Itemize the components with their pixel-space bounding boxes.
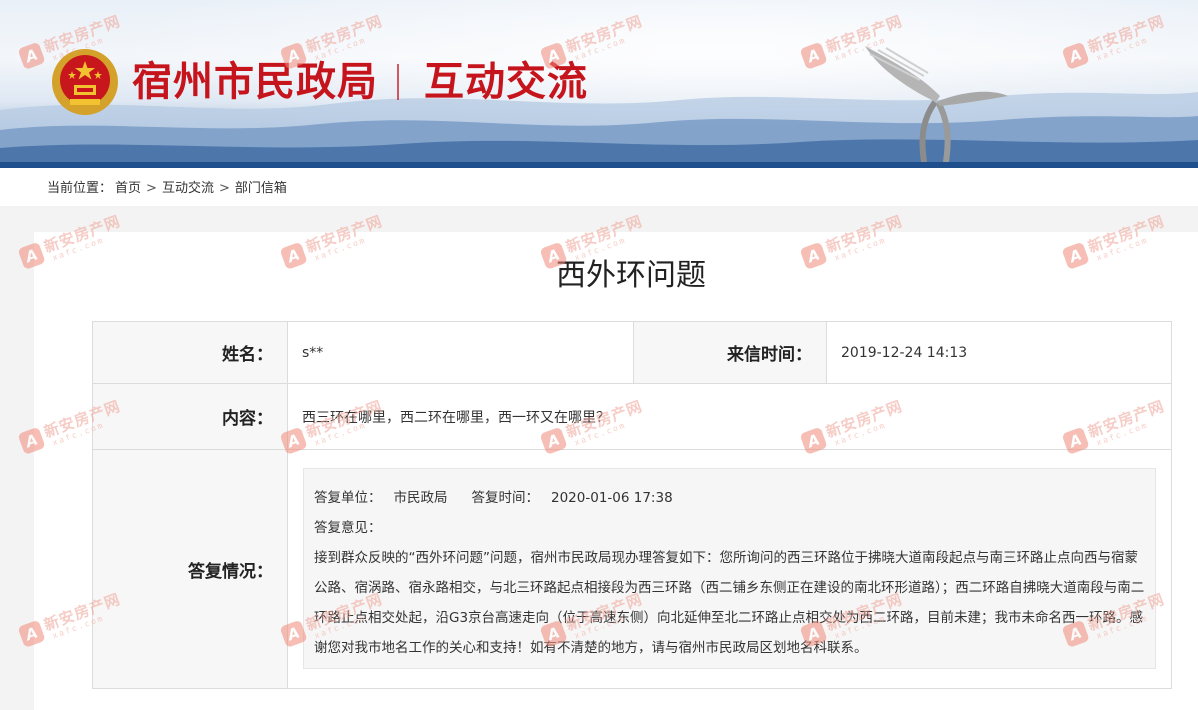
breadcrumb-item-mailbox[interactable]: 部门信箱 [235,181,287,196]
reply-opinion-label: 答复意见： [314,520,382,536]
breadcrumb-item-interaction[interactable]: 互动交流 [162,181,214,196]
national-emblem-icon [52,49,118,115]
site-title: 宿州市民政局 [132,59,378,105]
content-label: 内容： [93,384,288,450]
reply-label: 答复情况： [93,450,288,688]
breadcrumb-prefix: 当前位置： [47,181,113,196]
reply-unit-value: 市民政局 [393,490,448,506]
reply-time: 答复时间： 2020-01-06 17:38 [472,490,685,506]
section-title: 互动交流 [424,59,588,105]
breadcrumb-separator: > [146,181,157,196]
reply-unit: 答复单位： 市民政局 [314,490,460,506]
letter-title: 西外环问题 [556,258,706,293]
reply-time-value: 2020-01-06 17:38 [551,490,673,506]
reply-time-label: 答复时间： [471,490,540,506]
reply-opinion-text: 接到群众反映的“西外环问题”问题，宿州市民政局现办理答复如下：您所询问的西三环路… [314,550,1145,656]
breadcrumb-separator: > [218,181,230,196]
time-value: 2019-12-24 14:13 [827,322,1171,384]
breadcrumb-item-home[interactable]: 首页 [115,181,141,196]
breadcrumb: 当前位置： 首页 > 互动交流 > 部门信箱 [47,181,290,197]
time-label: 来信时间： [634,322,827,384]
name-value: s** [288,322,634,384]
title-divider [397,64,399,100]
reply-meta: 答复单位： 市民政局 答复时间： 2020-01-06 17:38 [314,483,1145,513]
reply-unit-label: 答复单位： [314,490,382,506]
sculpture-graphic [865,46,1008,168]
name-label: 姓名： [93,322,288,384]
content-value: 西三环在哪里，西二环在哪里，西一环又在哪里？ [288,384,1171,450]
reply-panel: 答复单位： 市民政局 答复时间： 2020-01-06 17:38 答复意见： 接到群… [303,468,1156,669]
